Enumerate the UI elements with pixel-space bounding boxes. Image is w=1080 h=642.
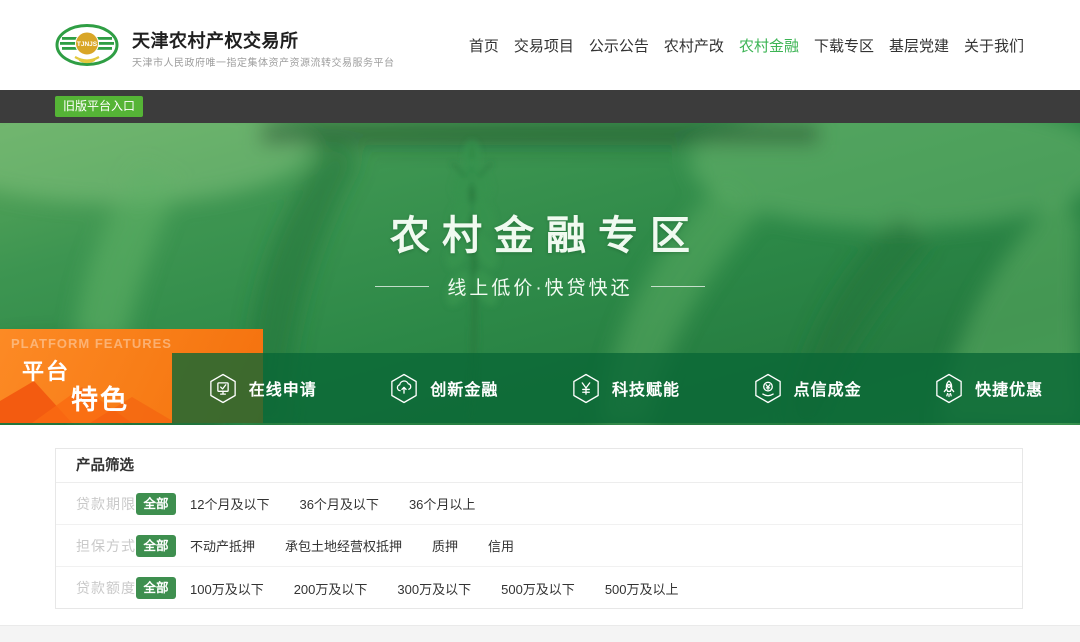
- filter-option[interactable]: 200万及以下: [294, 579, 368, 598]
- filter-option[interactable]: 300万及以下: [397, 579, 471, 598]
- filter-option[interactable]: 信用: [488, 536, 514, 555]
- banner-subtitle: 线上低价·快贷快还: [447, 273, 632, 300]
- banner-subtitle-row: 线上低价·快贷快还: [0, 273, 1080, 300]
- filter-option[interactable]: 500万及以下: [501, 579, 575, 598]
- filter-option[interactable]: 12个月及以下: [190, 494, 269, 513]
- subtitle-right-line: [651, 286, 705, 287]
- nav-item[interactable]: 关于我们: [964, 35, 1024, 56]
- filter-row-loan-term: 贷款期限 全部 12个月及以下 36个月及以下 36个月以上: [56, 483, 1022, 525]
- filter-options: 不动产抵押 承包土地经营权抵押 质押 信用: [190, 536, 514, 555]
- filter-label: 担保方式: [76, 536, 136, 556]
- subtitle-left-line: [375, 286, 429, 287]
- online-apply-icon: [209, 373, 237, 404]
- filter-option[interactable]: 100万及以下: [190, 579, 264, 598]
- feature-bar: 在线申请 创新金融 科技赋能 点信成金: [172, 353, 1080, 423]
- filter-options: 12个月及以下 36个月及以下 36个月以上: [190, 494, 475, 513]
- feature-online-apply[interactable]: 在线申请: [172, 353, 354, 423]
- filter-option[interactable]: 36个月以上: [409, 494, 475, 513]
- filter-option[interactable]: 500万及以上: [605, 579, 679, 598]
- filter-label: 贷款额度: [76, 578, 136, 598]
- banner-title: 农村金融专区: [0, 203, 1080, 261]
- svg-text:TJNJS: TJNJS: [77, 41, 98, 48]
- rocket-icon: [935, 373, 963, 404]
- brand-subtitle: 天津市人民政府唯一指定集体资产资源流转交易服务平台: [132, 54, 395, 69]
- all-filter-button[interactable]: 全部: [136, 535, 176, 557]
- feature-innovative-finance[interactable]: 创新金融: [354, 353, 536, 423]
- main-nav: 首页交易项目公示公告农村产改农村金融下载专区基层党建关于我们: [469, 0, 1024, 90]
- nav-item[interactable]: 农村金融: [739, 35, 799, 56]
- product-filter-card: 产品筛选 贷款期限 全部 12个月及以下 36个月及以下 36个月以上 担保方式 全…: [55, 448, 1023, 609]
- filter-option[interactable]: 不动产抵押: [190, 536, 255, 555]
- filter-row-loan-amount: 贷款额度 全部 100万及以下 200万及以下 300万及以下 500万及以下 500万…: [56, 567, 1022, 609]
- nav-item[interactable]: 基层党建: [889, 35, 949, 56]
- all-filter-button[interactable]: 全部: [136, 577, 176, 599]
- filter-row-guarantee: 担保方式 全部 不动产抵押 承包土地经营权抵押 质押 信用: [56, 525, 1022, 567]
- nav-item[interactable]: 交易项目: [514, 35, 574, 56]
- nav-item[interactable]: 公示公告: [589, 35, 649, 56]
- platform-features-eyebrow: PLATFORM FEATURES: [11, 336, 172, 351]
- filter-label: 贷款期限: [76, 494, 136, 514]
- filter-options: 100万及以下 200万及以下 300万及以下 500万及以下 500万及以上: [190, 579, 679, 598]
- filter-card-title: 产品筛选: [56, 449, 1022, 483]
- nav-item[interactable]: 下载专区: [814, 35, 874, 56]
- filter-option[interactable]: 质押: [432, 536, 458, 555]
- feature-credit-gold[interactable]: 点信成金: [717, 353, 899, 423]
- filter-option[interactable]: 36个月及以下: [299, 494, 378, 513]
- page: TJNJS 天津农村产权交易所 天津市人民政府唯一指定集体资产资源流转交易服务平…: [0, 0, 1080, 642]
- cloud-finance-icon: [390, 373, 418, 404]
- credit-coin-icon: [754, 373, 782, 404]
- yuan-tech-icon: [572, 373, 600, 404]
- feature-tech-empower[interactable]: 科技赋能: [535, 353, 717, 423]
- old-platform-entry-button[interactable]: 旧版平台入口: [55, 96, 143, 117]
- filter-option[interactable]: 承包土地经营权抵押: [285, 536, 402, 555]
- platform-features-title-line1: 平台: [22, 354, 70, 386]
- brand-title: 天津农村产权交易所: [132, 27, 299, 53]
- nav-item[interactable]: 首页: [469, 35, 499, 56]
- feature-quick-discount[interactable]: 快捷优惠: [898, 353, 1080, 423]
- platform-features-title-line2: 特色: [71, 378, 129, 417]
- site-header: TJNJS 天津农村产权交易所 天津市人民政府唯一指定集体资产资源流转交易服务平…: [0, 0, 1080, 90]
- secondary-topbar: 旧版平台入口: [0, 90, 1080, 123]
- tjnjs-logo-icon: TJNJS: [55, 24, 119, 66]
- all-filter-button[interactable]: 全部: [136, 493, 176, 515]
- footer-strip: [0, 625, 1080, 642]
- nav-item[interactable]: 农村产改: [664, 35, 724, 56]
